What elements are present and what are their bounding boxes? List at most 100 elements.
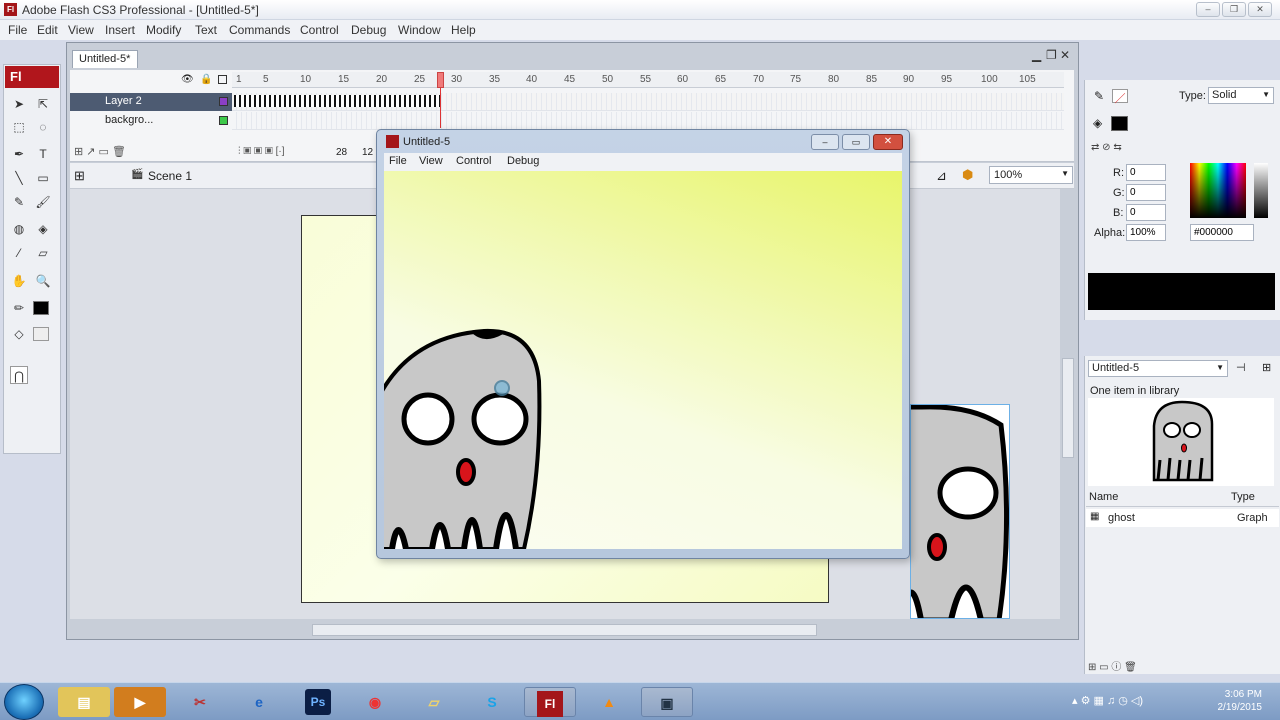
player-menu-control[interactable]: Control xyxy=(456,155,491,167)
taskbar-folder-icon[interactable]: ▱ xyxy=(408,687,460,717)
edit-scene-icon[interactable]: ⬢ xyxy=(962,167,973,183)
menu-file[interactable]: File xyxy=(8,23,27,37)
outline-icon[interactable] xyxy=(218,75,227,84)
doc-close-icon[interactable]: ✕ xyxy=(1060,48,1070,62)
taskbar-flash-icon[interactable]: Fl xyxy=(524,687,576,717)
menu-debug[interactable]: Debug xyxy=(351,23,386,37)
taskbar-ie-icon[interactable]: e xyxy=(233,687,285,717)
new-library-icon[interactable]: ⊞ xyxy=(1262,361,1271,374)
alpha-input[interactable] xyxy=(1126,224,1166,241)
stroke-icon[interactable]: ✎ xyxy=(1094,89,1104,103)
bucket-icon[interactable]: ◈ xyxy=(1093,116,1102,130)
zoom-select[interactable]: 100% ▼ xyxy=(989,166,1073,184)
minimize-button[interactable]: – xyxy=(1196,2,1220,17)
ink-bottle-icon[interactable]: ◍ xyxy=(10,220,28,238)
taskbar-skype-icon[interactable]: S xyxy=(466,687,518,717)
horizontal-scrollbar[interactable] xyxy=(75,624,1055,636)
ghost-instance[interactable] xyxy=(910,404,1010,619)
start-button[interactable] xyxy=(4,684,44,720)
library-row[interactable]: ▦ ghost Graph xyxy=(1086,509,1279,527)
player-maximize-button[interactable]: ▭ xyxy=(842,134,870,150)
blue-input[interactable] xyxy=(1126,204,1166,221)
subselection-tool-icon[interactable]: ⇱ xyxy=(34,95,52,113)
pen-tool-icon[interactable]: ✒ xyxy=(10,145,28,163)
taskbar-recorder-icon[interactable]: ▣ xyxy=(641,687,693,717)
menu-insert[interactable]: Insert xyxy=(105,23,135,37)
red-input[interactable] xyxy=(1126,164,1166,181)
layer-tools-icons[interactable]: ⊞ ↗ ▭ 🗑 xyxy=(74,145,126,158)
edit-symbols-icon[interactable]: ⊿ xyxy=(936,168,947,184)
player-menu-debug[interactable]: Debug xyxy=(507,155,539,167)
player-close-button[interactable]: ✕ xyxy=(873,134,903,150)
selection-tool-icon[interactable]: ➤ xyxy=(10,95,28,113)
green-input[interactable] xyxy=(1126,184,1166,201)
line-tool-icon[interactable]: ╲ xyxy=(10,169,28,187)
menu-view[interactable]: View xyxy=(68,23,94,37)
fill-swatch[interactable] xyxy=(1111,116,1128,131)
player-menu-file[interactable]: File xyxy=(389,155,407,167)
close-button[interactable]: ✕ xyxy=(1248,2,1272,17)
eraser-icon[interactable]: ▱ xyxy=(34,244,52,262)
library-document-select[interactable]: Untitled-5 ▼ xyxy=(1088,360,1228,377)
menu-control[interactable]: Control xyxy=(300,23,339,37)
type-column-header[interactable]: Type xyxy=(1231,491,1255,503)
taskbar-explorer-icon[interactable]: ▤ xyxy=(58,687,110,717)
onion-skin-icons[interactable]: ⫶ ▣ ▣ ▣ [·] xyxy=(238,146,285,157)
fill-color-icon[interactable]: ◇ xyxy=(10,325,28,343)
player-menu-view[interactable]: View xyxy=(419,155,443,167)
menu-window[interactable]: Window xyxy=(398,23,441,37)
fill-color-swatch[interactable] xyxy=(33,327,49,341)
free-transform-icon[interactable]: ⬚ xyxy=(10,118,28,136)
swap-colors-icon[interactable]: ⇄ ⊘ ⇆ xyxy=(1091,142,1122,153)
hex-input[interactable] xyxy=(1190,224,1254,241)
eye-icon[interactable]: 👁 xyxy=(181,74,194,85)
timeline-toggle-icon[interactable]: ⊞ xyxy=(74,168,85,184)
frame-ruler[interactable]: 1 5 10 15 20 25 30 35 40 45 50 55 60 65 … xyxy=(232,72,1064,88)
scrollbar-thumb[interactable] xyxy=(312,624,817,636)
taskbar-chrome-icon[interactable]: ◉ xyxy=(349,687,401,717)
fill-type-select[interactable]: Solid ▼ xyxy=(1208,87,1274,104)
doc-minimize-icon[interactable]: ▁ xyxy=(1032,48,1041,62)
brightness-slider[interactable] xyxy=(1254,163,1268,218)
doc-restore-icon[interactable]: ❐ xyxy=(1046,48,1057,62)
paint-bucket-icon[interactable]: ◈ xyxy=(34,220,52,238)
frames-row-background[interactable] xyxy=(232,112,1064,130)
vertical-scrollbar[interactable] xyxy=(1062,358,1074,458)
tray-icons[interactable]: ▴ ⚙ ▦ ♫ ◷ ◁) xyxy=(1072,694,1143,707)
stroke-color-swatch[interactable] xyxy=(33,301,49,315)
stroke-color-icon[interactable]: ✏ xyxy=(10,299,28,317)
taskbar-photoshop-icon[interactable]: Ps xyxy=(305,689,331,715)
lasso-tool-icon[interactable]: ◌ xyxy=(34,118,52,136)
layer-row-layer2[interactable]: Layer 2 xyxy=(70,93,232,111)
pencil-tool-icon[interactable]: ✎ xyxy=(10,193,28,211)
menu-edit[interactable]: Edit xyxy=(37,23,58,37)
menu-text[interactable]: Text xyxy=(195,23,217,37)
name-column-header[interactable]: Name xyxy=(1089,491,1118,503)
document-tab[interactable]: Untitled-5* xyxy=(72,50,138,68)
lock-icon[interactable]: 🔒 xyxy=(200,74,212,85)
player-minimize-button[interactable]: – xyxy=(811,134,839,150)
text-tool-icon[interactable]: T xyxy=(34,145,52,163)
layer-row-background[interactable]: backgro... xyxy=(70,112,232,130)
menu-help[interactable]: Help xyxy=(451,23,476,37)
snap-to-objects-icon[interactable]: ⋂ xyxy=(10,366,28,384)
restore-button[interactable]: ❐ xyxy=(1222,2,1246,17)
hand-tool-icon[interactable]: ✋ xyxy=(10,272,28,290)
taskbar-vlc-icon[interactable]: ▲ xyxy=(583,687,635,717)
zoom-tool-icon[interactable]: 🔍 xyxy=(34,272,52,290)
taskbar-tools-icon[interactable]: ✂ xyxy=(174,687,226,717)
taskbar-media-icon[interactable]: ▶ xyxy=(114,687,166,717)
pin-icon[interactable]: ⊣ xyxy=(1236,361,1246,374)
scene-name[interactable]: Scene 1 xyxy=(148,169,192,183)
no-color-icon[interactable]: ／ xyxy=(1112,89,1128,105)
library-footer-icons[interactable]: ⊞ ▭ ⓘ 🗑 xyxy=(1088,658,1137,673)
brush-tool-icon[interactable]: 🖌 xyxy=(34,193,52,211)
rectangle-tool-icon[interactable]: ▭ xyxy=(34,169,52,187)
menu-commands[interactable]: Commands xyxy=(229,23,290,37)
playhead[interactable] xyxy=(437,72,444,88)
color-spectrum[interactable] xyxy=(1190,163,1246,218)
eyedropper-icon[interactable]: ⁄ xyxy=(10,244,28,262)
clock[interactable]: 3:06 PM 2/19/2015 xyxy=(1218,688,1263,714)
player-stage[interactable] xyxy=(384,171,902,549)
menu-modify[interactable]: Modify xyxy=(146,23,181,37)
